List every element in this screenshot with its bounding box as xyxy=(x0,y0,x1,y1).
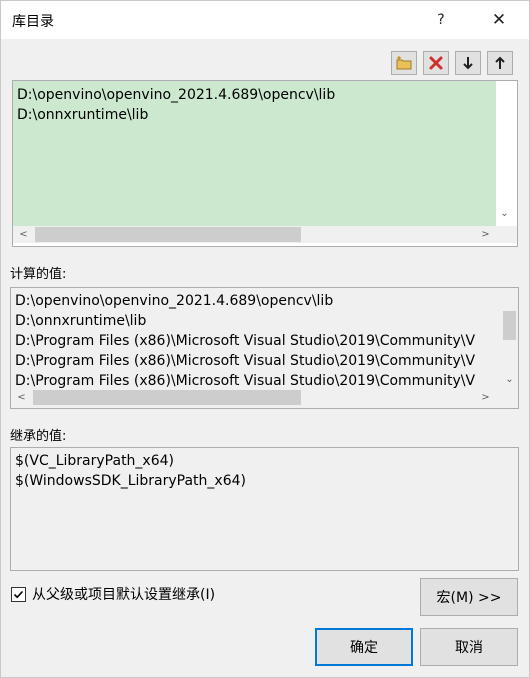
computed-hscroll[interactable]: < > xyxy=(11,389,518,406)
move-up-button[interactable] xyxy=(487,51,513,75)
macro-button[interactable]: 宏(M) >> xyxy=(420,578,518,616)
scroll-left-arrow-icon[interactable]: < xyxy=(13,389,30,406)
inherited-values-list[interactable]: $(VC_LibraryPath_x64) $(WindowsSDK_Libra… xyxy=(10,447,519,571)
computed-line-1: D:\openvino\openvino_2021.4.689\opencv\l… xyxy=(15,293,334,309)
hscroll-thumb[interactable] xyxy=(35,227,301,242)
computed-vscroll[interactable]: ⌄ xyxy=(501,288,518,389)
new-folder-icon xyxy=(396,56,412,70)
close-icon: ✕ xyxy=(491,10,507,30)
scroll-down-arrow-icon[interactable]: ⌄ xyxy=(501,371,518,388)
computed-values-label: 计算的值: xyxy=(10,267,67,282)
delete-button[interactable] xyxy=(423,51,449,75)
library-directories-dialog: 库目录 ? ✕ D:\openvino\openvino_2021.4.689\… xyxy=(0,0,530,678)
computed-line-5: D:\Program Files (x86)\Microsoft Visual … xyxy=(15,373,476,389)
directory-line-1[interactable]: D:\openvino\openvino_2021.4.689\opencv\l… xyxy=(17,85,335,105)
help-icon: ? xyxy=(437,12,445,28)
scroll-left-arrow-icon[interactable]: < xyxy=(15,226,32,243)
directory-hscroll[interactable]: < > xyxy=(13,226,517,243)
directory-vscroll[interactable]: ⌄ xyxy=(496,81,513,226)
inherit-checkbox[interactable] xyxy=(11,586,26,602)
checkmark-icon xyxy=(13,590,24,598)
scroll-right-arrow-icon[interactable]: > xyxy=(477,226,494,243)
inherit-checkbox-row[interactable]: 从父级或项目默认设置继承(I) xyxy=(11,584,215,604)
title-bar: 库目录 ? ✕ xyxy=(1,1,529,39)
computed-values-list[interactable]: D:\openvino\openvino_2021.4.689\opencv\l… xyxy=(10,287,519,409)
computed-line-4: D:\Program Files (x86)\Microsoft Visual … xyxy=(15,353,476,369)
arrow-down-icon xyxy=(463,57,473,70)
inherited-values-label: 继承的值: xyxy=(10,429,67,444)
cancel-button[interactable]: 取消 xyxy=(420,628,518,666)
close-button[interactable]: ✕ xyxy=(477,1,521,39)
inherit-checkbox-label[interactable]: 从父级或项目默认设置继承(I) xyxy=(32,584,215,604)
dialog-title: 库目录 xyxy=(12,14,54,30)
inherited-line-2: $(WindowsSDK_LibraryPath_x64) xyxy=(15,473,246,489)
directory-list[interactable]: D:\openvino\openvino_2021.4.689\opencv\l… xyxy=(12,80,518,247)
scroll-down-arrow-icon[interactable]: ⌄ xyxy=(496,205,513,222)
scroll-right-arrow-icon[interactable]: > xyxy=(477,389,494,406)
directory-line-2[interactable]: D:\onnxruntime\lib xyxy=(17,105,148,125)
ok-button[interactable]: 确定 xyxy=(315,628,413,666)
computed-hscroll-thumb[interactable] xyxy=(33,390,301,405)
help-button[interactable]: ? xyxy=(419,1,463,39)
selection-highlight: D:\openvino\openvino_2021.4.689\opencv\l… xyxy=(13,81,496,226)
arrow-up-icon xyxy=(495,56,505,69)
delete-icon xyxy=(429,56,443,70)
new-line-button[interactable] xyxy=(391,51,417,75)
computed-line-2: D:\onnxruntime\lib xyxy=(15,313,147,329)
move-down-button[interactable] xyxy=(455,51,481,75)
computed-line-3: D:\Program Files (x86)\Microsoft Visual … xyxy=(15,333,476,349)
computed-vscroll-thumb[interactable] xyxy=(503,311,516,340)
inherited-line-1: $(VC_LibraryPath_x64) xyxy=(15,453,174,469)
